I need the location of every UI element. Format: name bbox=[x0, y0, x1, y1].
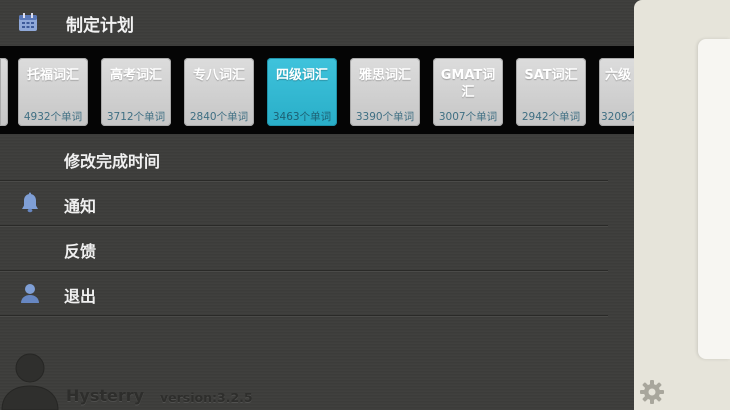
book-card-cet6[interactable]: 六级 3209个 bbox=[599, 58, 634, 126]
user-icon bbox=[21, 284, 39, 303]
book-card-ielts[interactable]: 雅思词汇 3390个单词 bbox=[350, 58, 420, 126]
menu-item-label: 反馈 bbox=[64, 242, 97, 261]
avatar[interactable] bbox=[0, 346, 64, 410]
header: 制定计划 bbox=[0, 0, 634, 44]
menu-item-label: 通知 bbox=[64, 197, 97, 216]
book-card-sat[interactable]: SAT词汇 2942个单词 bbox=[516, 58, 586, 126]
menu-item-label: 修改完成时间 bbox=[64, 152, 161, 171]
vocabulary-book-selector[interactable]: 托福词汇 4932个单词 高考词汇 3712个单词 专八词汇 2840个单词 四… bbox=[0, 46, 634, 134]
book-word-count: 2840个单词 bbox=[189, 111, 249, 123]
book-card-toefl[interactable]: 托福词汇 4932个单词 bbox=[18, 58, 88, 126]
book-card-gaokao[interactable]: 高考词汇 3712个单词 bbox=[101, 58, 171, 126]
menu-item-notifications[interactable]: 通知 bbox=[0, 181, 608, 226]
username: Hysterry bbox=[66, 386, 145, 405]
menu-item-change-finish-time[interactable]: 修改完成时间 bbox=[0, 136, 608, 181]
book-name: SAT词汇 bbox=[524, 68, 578, 83]
book-word-count: 2942个单词 bbox=[521, 111, 581, 123]
app-version: version:3.2.5 bbox=[160, 390, 253, 405]
side-panel-card[interactable] bbox=[698, 39, 730, 359]
book-word-count: 3209个 bbox=[601, 111, 634, 123]
page-title: 制定计划 bbox=[66, 16, 134, 36]
menu-item-logout[interactable]: 退出 bbox=[0, 271, 608, 316]
book-word-count: 3390个单词 bbox=[355, 111, 415, 123]
menu-item-label: 退出 bbox=[64, 287, 97, 306]
book-card-gmat[interactable]: GMAT词汇 3007个单词 bbox=[433, 58, 503, 126]
menu-item-feedback[interactable]: 反馈 bbox=[0, 226, 608, 271]
book-list: 托福词汇 4932个单词 高考词汇 3712个单词 专八词汇 2840个单词 四… bbox=[0, 58, 634, 126]
book-word-count: 3463个单词 bbox=[272, 111, 332, 123]
book-word-count: 4932个单词 bbox=[23, 111, 83, 123]
book-card-tem8[interactable]: 专八词汇 2840个单词 bbox=[184, 58, 254, 126]
bell-icon bbox=[22, 192, 38, 213]
calendar-icon bbox=[19, 13, 37, 31]
book-name: 专八词汇 bbox=[192, 68, 245, 83]
menu-list: 修改完成时间 通知 反馈 退出 bbox=[0, 136, 608, 316]
book-card-cet4[interactable]: 四级词汇 3463个单词 bbox=[267, 58, 337, 126]
book-card-partial[interactable] bbox=[0, 58, 8, 126]
book-name: 托福词汇 bbox=[26, 68, 79, 83]
book-word-count: 3007个单词 bbox=[438, 111, 498, 123]
book-name: 四级词汇 bbox=[275, 68, 328, 83]
book-name: 六级 bbox=[605, 68, 632, 83]
gear-icon[interactable] bbox=[638, 378, 666, 406]
book-word-count: 3712个单词 bbox=[106, 111, 166, 123]
book-name: 高考词汇 bbox=[109, 68, 162, 83]
book-name: 雅思词汇 bbox=[358, 68, 411, 83]
book-name: GMAT词汇 bbox=[440, 68, 496, 100]
